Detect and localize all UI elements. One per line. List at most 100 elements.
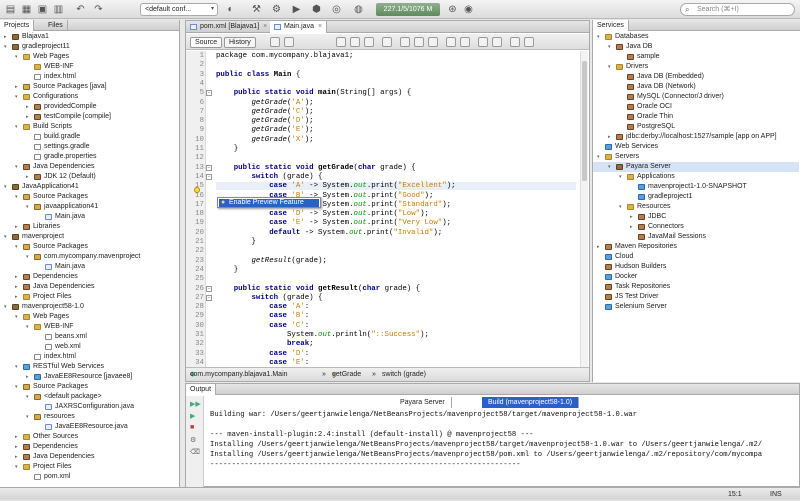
gc-icon[interactable]: ⊛ — [446, 3, 459, 16]
tree-item[interactable]: ▾ Java Dependencies — [0, 162, 178, 172]
tree-item[interactable]: ▸ Project Files — [0, 292, 178, 302]
tree-item[interactable]: ▾ Build Scripts — [0, 122, 178, 132]
tree-item[interactable]: ▾ Source Packages — [0, 192, 178, 202]
expanded-icon[interactable]: ▾ — [597, 32, 603, 42]
expanded-icon[interactable]: ▾ — [15, 312, 21, 322]
expanded-icon[interactable]: ▾ — [26, 202, 32, 212]
expanded-icon[interactable]: ▾ — [26, 412, 32, 422]
tree-item[interactable]: ▸ Maven Repositories — [593, 242, 799, 252]
tree-item[interactable]: WEB-INF — [0, 62, 178, 72]
collapsed-icon[interactable]: ▸ — [15, 452, 21, 462]
collapsed-icon[interactable]: ▸ — [15, 292, 21, 302]
expanded-icon[interactable]: ▾ — [4, 182, 10, 192]
tree-item[interactable]: ▸ Dependencies — [0, 272, 178, 282]
find-prev-icon[interactable] — [350, 37, 360, 47]
memory-indicator[interactable]: 227.1/5/1076 M — [376, 3, 440, 16]
tab-services[interactable]: Services — [593, 20, 629, 31]
uncomment-icon[interactable] — [524, 37, 534, 47]
code-line[interactable]: public static void main(String[] args) { — [216, 89, 411, 97]
tree-item[interactable]: ▾ Databases — [593, 32, 799, 42]
code-line[interactable]: public static void getGrade(char grade) … — [216, 164, 416, 172]
collapsed-icon[interactable]: ▸ — [15, 282, 21, 292]
code-line[interactable]: getGrade('D'); — [216, 117, 313, 125]
code-area[interactable]: 1 package com.mycompany.blajava1; 2 3 public… — [186, 51, 589, 367]
expanded-icon[interactable]: ▾ — [619, 202, 625, 212]
tree-item[interactable]: JS Test Driver — [593, 292, 799, 302]
tree-item[interactable]: ▾ javaapplication41 — [0, 202, 178, 212]
expanded-icon[interactable]: ▾ — [4, 302, 10, 312]
code-line[interactable]: } — [216, 145, 238, 153]
profile-icon[interactable]: ◎ — [330, 3, 343, 16]
toggle-highlight-icon[interactable] — [382, 37, 392, 47]
tree-item[interactable]: ▸ jdbc:derby://localhost:1527/sample [app… — [593, 132, 799, 142]
tree-item[interactable]: ▾ gradleproject11 — [0, 42, 178, 52]
close-icon[interactable]: × — [318, 23, 322, 30]
new-project-icon[interactable]: ▦ — [20, 3, 33, 16]
tree-item[interactable]: pom.xml — [0, 472, 178, 482]
tree-item[interactable]: MySQL (Connector/J driver) — [593, 92, 799, 102]
code-line[interactable]: case 'E': — [216, 359, 309, 367]
tree-item[interactable]: Java DB (Embedded) — [593, 72, 799, 82]
code-line[interactable]: getGrade('A'); — [216, 99, 313, 107]
tree-item[interactable]: Main.java — [0, 212, 178, 222]
tab-output[interactable]: Output — [186, 384, 217, 395]
tree-item[interactable]: web.xml — [0, 342, 178, 352]
tree-item[interactable]: Oracle OCI — [593, 102, 799, 112]
code-line[interactable]: getResult(grade); — [216, 257, 326, 265]
stop-build-icon[interactable]: ■ — [190, 424, 199, 432]
tree-item[interactable]: Task Repositories — [593, 282, 799, 292]
expanded-icon[interactable]: ▾ — [15, 92, 21, 102]
run-icon[interactable]: ▶ — [290, 3, 303, 16]
tree-item[interactable]: gradleproject1 — [593, 192, 799, 202]
expanded-icon[interactable]: ▾ — [597, 152, 603, 162]
stop-icon[interactable]: ◉ — [462, 3, 475, 16]
expanded-icon[interactable]: ▾ — [15, 162, 21, 172]
tree-item[interactable]: build.gradle — [0, 132, 178, 142]
settings-icon[interactable]: ⚙ — [190, 436, 199, 444]
comment-icon[interactable] — [510, 37, 520, 47]
tree-item[interactable]: JavaEE8Resource.java — [0, 422, 178, 432]
tab-main-java[interactable]: Main.java × — [270, 21, 328, 33]
save-all-icon[interactable]: ▥ — [52, 3, 65, 16]
collapsed-icon[interactable]: ▸ — [26, 372, 32, 382]
shift-right-icon[interactable] — [460, 37, 470, 47]
fold-toggle-icon[interactable]: − — [206, 173, 212, 180]
collapsed-icon[interactable]: ▸ — [630, 222, 636, 232]
collapsed-icon[interactable]: ▸ — [26, 112, 32, 122]
fold-toggle-icon[interactable]: − — [206, 164, 212, 171]
code-line[interactable]: case 'C': — [216, 322, 309, 330]
collapsed-icon[interactable]: ▸ — [608, 132, 614, 142]
tree-item[interactable]: ▾ Payara Server — [593, 162, 799, 172]
scroll-thumb[interactable] — [582, 61, 587, 181]
tree-item[interactable]: ▸ JDBC — [593, 212, 799, 222]
clean-build-icon[interactable]: ⚒ — [250, 3, 263, 16]
tree-item[interactable]: ▾ <default package> — [0, 392, 178, 402]
tree-item[interactable]: ▾ Project Files — [0, 462, 178, 472]
code-line[interactable]: case 'E' -> System.out.print("Very Low")… — [216, 219, 451, 227]
expanded-icon[interactable]: ▾ — [15, 462, 21, 472]
tab-pom-xml[interactable]: pom.xml [Blajava1] × — [186, 21, 273, 33]
tree-item[interactable]: Cloud — [593, 252, 799, 262]
next-bookmark-icon[interactable] — [428, 37, 438, 47]
code-line[interactable]: default -> System.out.print("Invalid"); — [216, 229, 442, 237]
code-line[interactable]: package com.mycompany.blajava1; — [216, 52, 354, 60]
code-line[interactable]: getGrade('X'); — [216, 136, 313, 144]
tree-item[interactable]: ▸ Blajava1 — [0, 32, 178, 42]
tree-item[interactable]: ▾ Source Packages — [0, 382, 178, 392]
code-line[interactable]: break; — [216, 340, 314, 348]
macro-record-icon[interactable] — [478, 37, 488, 47]
tree-item[interactable]: settings.gradle — [0, 142, 178, 152]
expanded-icon[interactable]: ▾ — [15, 362, 21, 372]
build-icon[interactable]: ⚙ — [270, 3, 283, 16]
code-line[interactable]: case 'B': — [216, 312, 309, 320]
tree-item[interactable]: sample — [593, 52, 799, 62]
history-button[interactable]: History — [224, 37, 256, 48]
tree-item[interactable]: ▸ JDK 12 (Default) — [0, 172, 178, 182]
collapsed-icon[interactable]: ▸ — [15, 432, 21, 442]
settings-icon[interactable]: ◐ — [224, 3, 237, 16]
tree-item[interactable]: ▾ resources — [0, 412, 178, 422]
tree-item[interactable]: ▸ Java Dependencies — [0, 452, 178, 462]
fold-toggle-icon[interactable]: − — [206, 294, 212, 301]
tree-item[interactable]: ▾ Source Packages — [0, 242, 178, 252]
expanded-icon[interactable]: ▾ — [619, 172, 625, 182]
